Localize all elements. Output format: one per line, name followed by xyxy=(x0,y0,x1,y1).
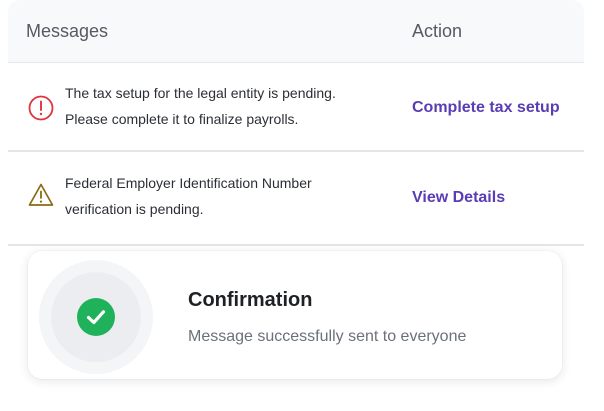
messages-table: Messages Action The tax setup for the le… xyxy=(8,0,584,246)
column-header-action: Action xyxy=(412,21,463,41)
toast-message: Message successfully sent to everyone xyxy=(188,328,467,345)
row-message-line: The tax setup for the legal entity is pe… xyxy=(65,85,336,101)
row-message-line: Federal Employer Identification Number xyxy=(65,175,312,191)
error-circle-icon xyxy=(27,94,55,122)
table-header: Messages Action xyxy=(8,0,584,63)
warning-triangle-icon xyxy=(27,181,55,209)
table-row: Federal Employer Identification Number v… xyxy=(8,152,584,242)
confirmation-toast: Confirmation Message successfully sent t… xyxy=(28,251,562,379)
table-row: The tax setup for the legal entity is pe… xyxy=(8,63,584,152)
toast-title: Confirmation xyxy=(188,289,313,311)
complete-tax-setup-link[interactable]: Complete tax setup xyxy=(412,99,560,117)
row-message: Federal Employer Identification Number v… xyxy=(65,170,395,222)
row-message: The tax setup for the legal entity is pe… xyxy=(65,80,395,132)
check-circle-icon xyxy=(77,298,115,336)
view-details-link[interactable]: View Details xyxy=(412,189,505,207)
column-header-messages: Messages xyxy=(26,21,109,41)
row-message-line: verification is pending. xyxy=(65,201,204,217)
row-message-line: Please complete it to finalize payrolls. xyxy=(65,111,299,127)
